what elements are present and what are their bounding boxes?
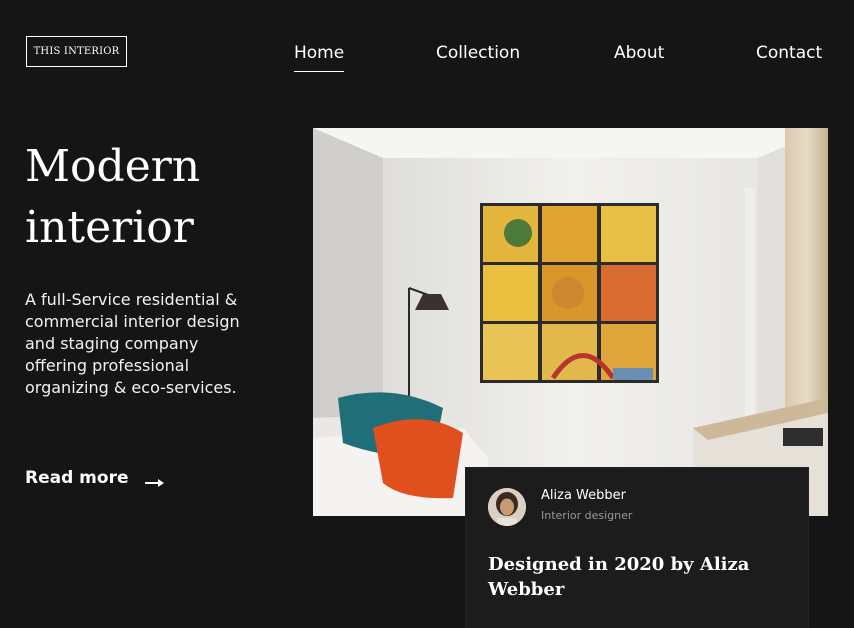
avatar [488, 488, 526, 526]
hero-title-line1: Modern [25, 141, 201, 192]
nav-collection-link[interactable]: Collection [436, 42, 520, 64]
nav-home-link[interactable]: Home [294, 42, 345, 72]
nav-contact-link[interactable]: Contact [756, 42, 822, 64]
read-more-link[interactable]: Read more [25, 468, 165, 488]
read-more-label: Read more [25, 468, 129, 488]
logo-text: THIS INTERIOR [33, 46, 120, 57]
site-logo[interactable]: THIS INTERIOR [26, 36, 127, 67]
hero-description: A full-Service residential & commercial … [25, 290, 240, 397]
card-title: Designed in 2020 by Aliza Webber [488, 554, 750, 600]
author-name: Aliza Webber [541, 488, 626, 503]
hero-title-line2: interior [25, 202, 194, 253]
arrow-right-icon [144, 473, 165, 487]
living-room-photo [313, 128, 828, 516]
author-role: Interior designer [541, 509, 633, 522]
hero-title: Modern interior [25, 136, 285, 258]
nav-about-link[interactable]: About [614, 42, 664, 64]
designer-card[interactable]: Aliza Webber Interior designer Designed … [466, 468, 808, 628]
